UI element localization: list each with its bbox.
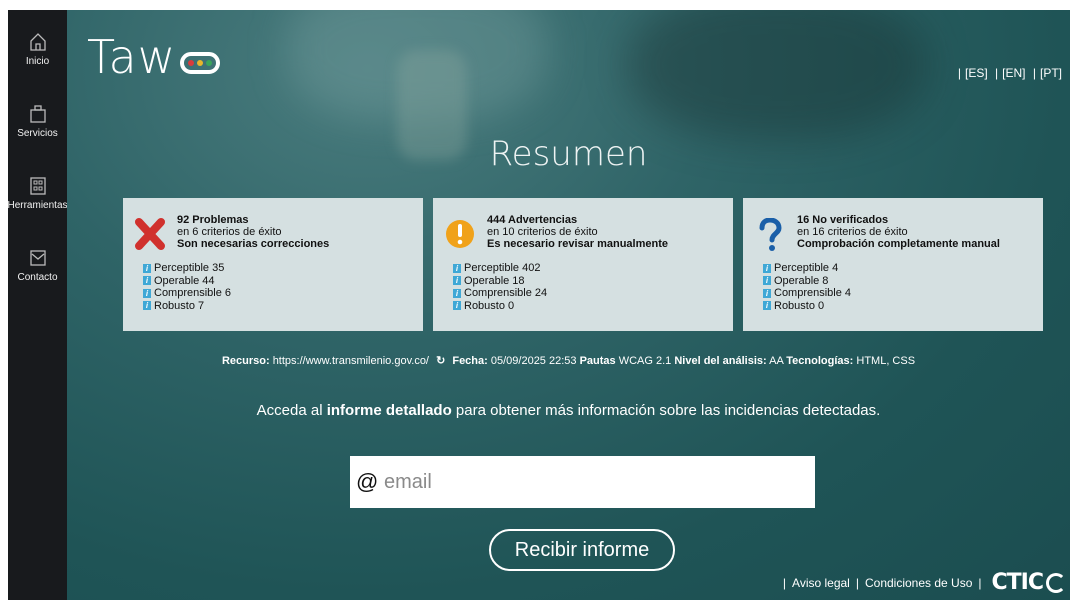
list-item: i Robusto 0 bbox=[453, 300, 547, 313]
card-need: Son necesarias correcciones bbox=[177, 238, 330, 250]
list-item: i Comprensible 4 bbox=[763, 287, 851, 300]
receive-report-button[interactable]: Recibir informe bbox=[489, 529, 675, 571]
list-item: i Robusto 7 bbox=[143, 300, 231, 313]
card-criteria: en 16 criterios de éxito bbox=[797, 226, 908, 238]
card-need: Comprobación completamente manual bbox=[797, 238, 1000, 250]
sidebar-item-servicios[interactable]: Servicios bbox=[8, 104, 67, 139]
briefcase-icon bbox=[29, 105, 46, 123]
info-icon: i bbox=[763, 301, 771, 311]
question-icon bbox=[759, 218, 782, 251]
terms-link[interactable]: Condiciones de Uso bbox=[865, 576, 972, 590]
card-count: 444 Advertencias bbox=[487, 214, 578, 226]
list-item: i Comprensible 24 bbox=[453, 287, 547, 300]
email-field[interactable] bbox=[382, 469, 806, 495]
refresh-icon[interactable]: ↻ bbox=[436, 355, 445, 367]
summary-card-unverified: 16 No verificados en 16 criterios de éxi… bbox=[743, 198, 1043, 331]
logo-text: Taw bbox=[87, 30, 177, 84]
lang-pt-link[interactable]: [PT] bbox=[1040, 66, 1062, 80]
report-sentence: Acceda al informe detallado para obtener… bbox=[256, 402, 881, 419]
card-count: 16 No verificados bbox=[797, 214, 889, 226]
list-item: i Perceptible 4 bbox=[763, 262, 851, 275]
list-item: i Operable 44 bbox=[143, 275, 231, 288]
list-item: i Perceptible 35 bbox=[143, 262, 231, 275]
info-icon: i bbox=[763, 263, 771, 273]
list-item: i Comprensible 6 bbox=[143, 287, 231, 300]
info-icon: i bbox=[763, 288, 771, 298]
sidebar-item-label: Herramientas bbox=[7, 200, 68, 211]
sidebar-item-inicio[interactable]: Inicio bbox=[8, 32, 67, 67]
info-icon: i bbox=[143, 301, 151, 311]
resource-url[interactable]: https://www.transmilenio.gov.co/ bbox=[273, 355, 429, 367]
page-title: Resumen bbox=[489, 134, 648, 174]
summary-card-warnings: 444 Advertencias en 10 criterios de éxit… bbox=[433, 198, 733, 331]
ctic-ring-icon bbox=[1046, 572, 1066, 593]
warning-icon bbox=[446, 220, 474, 248]
summary-card-problems: 92 Problemas en 6 criterios de éxito Son… bbox=[123, 198, 423, 331]
sidebar-item-label: Inicio bbox=[25, 56, 50, 67]
traffic-light-icon bbox=[180, 52, 221, 74]
list-item: i Operable 8 bbox=[763, 275, 851, 288]
sidebar: Inicio Servicios Herramientas Contacto bbox=[7, 10, 68, 600]
info-icon: i bbox=[453, 276, 461, 286]
sidebar-item-label: Servicios bbox=[17, 128, 58, 139]
info-icon: i bbox=[763, 276, 771, 286]
list-item: i Operable 18 bbox=[453, 275, 547, 288]
info-icon: i bbox=[143, 263, 151, 273]
analysis-meta: Recurso: https://www.transmilenio.gov.co… bbox=[221, 355, 916, 367]
sidebar-item-herramientas[interactable]: Herramientas bbox=[7, 176, 68, 211]
ctic-logo[interactable]: CTIC bbox=[992, 570, 1044, 595]
language-switcher: | [ES] | [EN] | [PT] bbox=[957, 66, 1062, 80]
sidebar-item-contacto[interactable]: Contacto bbox=[8, 248, 67, 283]
card-count: 92 Problemas bbox=[177, 214, 249, 226]
info-icon: i bbox=[143, 276, 151, 286]
info-icon: i bbox=[143, 288, 151, 298]
home-icon bbox=[29, 33, 46, 51]
card-need: Es necesario revisar manualmente bbox=[487, 238, 668, 250]
taw-logo[interactable]: Taw bbox=[87, 30, 221, 84]
mail-icon bbox=[29, 250, 46, 266]
info-icon: i bbox=[453, 301, 461, 311]
background-shape bbox=[627, 10, 927, 140]
info-icon: i bbox=[453, 263, 461, 273]
legal-link[interactable]: Aviso legal bbox=[792, 576, 850, 590]
at-icon: @ bbox=[356, 469, 379, 494]
lang-es-link[interactable]: [ES] bbox=[965, 66, 988, 80]
sidebar-item-label: Contacto bbox=[17, 272, 58, 283]
card-criteria: en 6 criterios de éxito bbox=[177, 226, 282, 238]
list-item: i Robusto 0 bbox=[763, 300, 851, 313]
footer: | Aviso legal | Condiciones de Uso | CTIC bbox=[777, 570, 1066, 595]
info-icon: i bbox=[453, 288, 461, 298]
main-area: Taw | [ES] | [EN] | [PT] Resumen 92 Problem… bbox=[67, 10, 1070, 600]
lang-en-link[interactable]: [EN] bbox=[1002, 66, 1025, 80]
email-field-container: @ bbox=[350, 456, 815, 508]
grid-icon bbox=[29, 177, 46, 195]
list-item: i Perceptible 402 bbox=[453, 262, 547, 275]
error-x-icon bbox=[135, 218, 165, 250]
card-criteria: en 10 criterios de éxito bbox=[487, 226, 598, 238]
